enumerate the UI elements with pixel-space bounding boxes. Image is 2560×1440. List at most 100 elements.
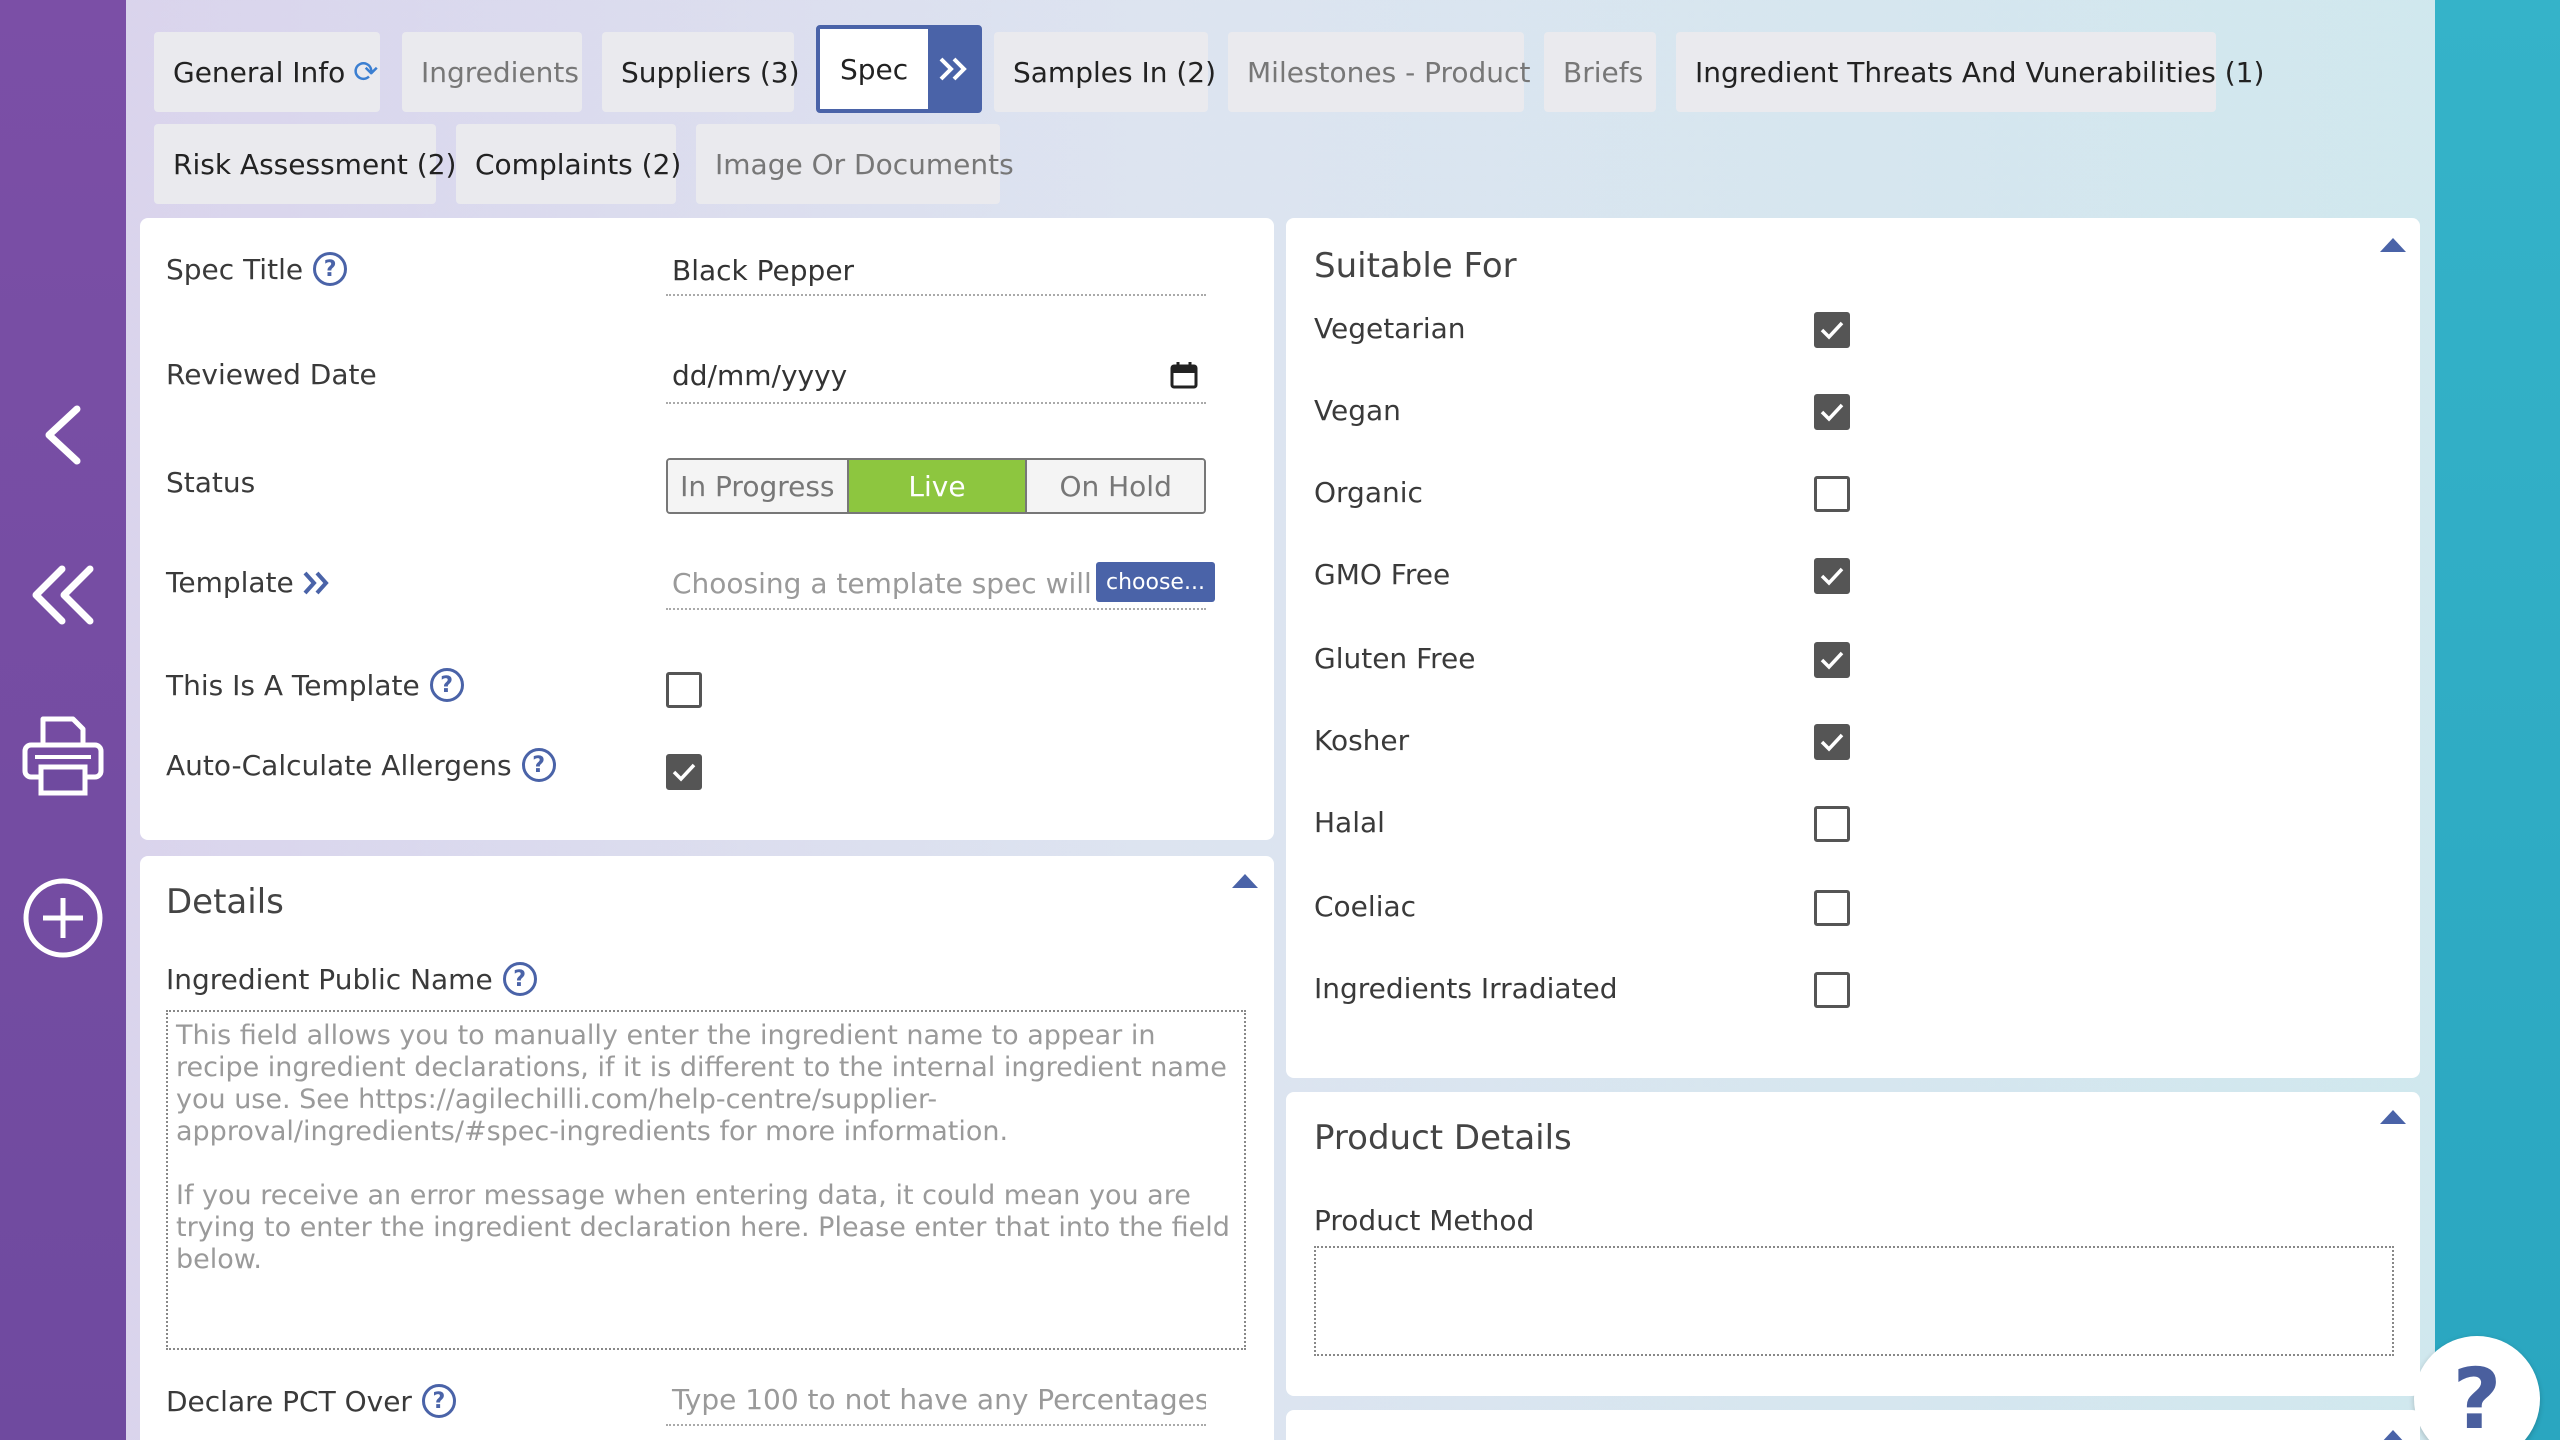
right-strip bbox=[2435, 0, 2560, 1440]
reviewed-date-input[interactable]: dd/mm/yyyy bbox=[666, 348, 1206, 404]
collapse-caret-icon[interactable] bbox=[2380, 1430, 2406, 1440]
tab-spec[interactable]: Spec bbox=[816, 25, 982, 113]
help-icon: ? bbox=[2452, 1350, 2502, 1440]
declare-pct-input[interactable]: Type 100 to not have any Percentages Dec… bbox=[666, 1374, 1206, 1426]
tab-label: Briefs bbox=[1563, 55, 1644, 89]
chevron-left-icon bbox=[45, 405, 81, 465]
calendar-icon[interactable] bbox=[1170, 361, 1198, 389]
reviewed-date-label: Reviewed Date bbox=[166, 358, 377, 391]
help-icon[interactable]: ? bbox=[313, 252, 348, 286]
auto-allergens-label: Auto-Calculate Allergens? bbox=[166, 748, 556, 782]
suitable-for-title: Suitable For bbox=[1314, 246, 1517, 286]
suitable-for-item-label: Gluten Free bbox=[1314, 642, 1476, 675]
suitable-for-item-label: Vegetarian bbox=[1314, 312, 1466, 345]
left-sidebar bbox=[0, 0, 126, 1440]
help-icon[interactable]: ? bbox=[421, 1384, 456, 1418]
tab-samples-in[interactable]: Samples In (2) bbox=[994, 32, 1216, 112]
status-in-progress[interactable]: In Progress bbox=[668, 460, 847, 512]
help-icon[interactable]: ? bbox=[429, 668, 464, 702]
tab-image-or-documents[interactable]: Image Or Documents bbox=[696, 124, 1014, 204]
tab-label: Samples In (2) bbox=[1013, 55, 1217, 89]
suitable-for-item-label: Ingredients Irradiated bbox=[1314, 972, 1618, 1005]
details-panel: Details Ingredient Public Name? This fie… bbox=[140, 856, 1274, 1440]
collapse-caret-icon[interactable] bbox=[1232, 874, 1258, 888]
refresh-icon: ⟳ bbox=[353, 54, 379, 90]
suitable-for-checkbox[interactable] bbox=[1814, 724, 1850, 760]
suitable-for-checkbox[interactable] bbox=[1814, 558, 1850, 594]
status-label: Status bbox=[166, 466, 256, 499]
collapse-caret-icon[interactable] bbox=[2380, 1110, 2406, 1124]
tab-ingredient-threats[interactable]: Ingredient Threats And Vunerabilities (1… bbox=[1676, 32, 2264, 112]
declare-pct-placeholder: Type 100 to not have any Percentages Dec… bbox=[672, 1382, 1206, 1416]
double-chevron-right-icon[interactable] bbox=[302, 570, 330, 596]
checkmark-icon bbox=[1820, 733, 1844, 752]
checkmark-icon bbox=[672, 763, 696, 782]
template-label: Template bbox=[166, 566, 330, 599]
suitable-for-item-label: Kosher bbox=[1314, 724, 1410, 757]
suitable-for-item-label: Organic bbox=[1314, 476, 1423, 509]
next-panel bbox=[1286, 1410, 2420, 1440]
add-button[interactable] bbox=[0, 875, 126, 961]
tab-label: Complaints (2) bbox=[475, 147, 682, 181]
auto-allergens-checkbox[interactable] bbox=[666, 754, 702, 790]
tab-suppliers[interactable]: Suppliers (3) bbox=[602, 32, 800, 112]
double-chevron-right-icon bbox=[939, 57, 967, 81]
tab-general-info[interactable]: General Info ⟳ bbox=[154, 32, 380, 112]
status-toggle: In Progress Live On Hold bbox=[666, 458, 1206, 514]
declare-pct-label: Declare PCT Over? bbox=[166, 1384, 456, 1418]
suitable-for-checkbox[interactable] bbox=[1814, 972, 1850, 1008]
suitable-for-item-label: GMO Free bbox=[1314, 558, 1451, 591]
suitable-for-panel: Suitable For Vegetarian Vegan Organic GMO F… bbox=[1286, 218, 2420, 1078]
spec-title-label: Spec Title? bbox=[166, 252, 348, 286]
tab-milestones-product[interactable]: Milestones - Product bbox=[1228, 32, 1530, 112]
product-details-title: Product Details bbox=[1314, 1118, 1572, 1158]
suitable-for-item-label: Coeliac bbox=[1314, 890, 1417, 923]
status-live[interactable]: Live bbox=[846, 460, 1026, 512]
tab-label: General Info bbox=[173, 55, 346, 89]
product-details-panel: Product Details Product Method bbox=[1286, 1092, 2420, 1396]
suitable-for-checkbox[interactable] bbox=[1814, 312, 1850, 348]
print-button[interactable] bbox=[0, 710, 126, 800]
tab-risk-assessment[interactable]: Risk Assessment (2) bbox=[154, 124, 456, 204]
tab-ingredients[interactable]: Ingredients bbox=[402, 32, 582, 112]
label-text: Spec Title bbox=[166, 252, 304, 286]
suitable-for-checkbox[interactable] bbox=[1814, 806, 1850, 842]
is-template-label: This Is A Template? bbox=[166, 668, 464, 702]
suitable-for-checkbox[interactable] bbox=[1814, 476, 1850, 512]
tab-briefs[interactable]: Briefs bbox=[1544, 32, 1656, 112]
label-text: Ingredient Public Name bbox=[166, 962, 493, 996]
collapse-button[interactable] bbox=[0, 560, 126, 630]
public-name-textarea[interactable]: This field allows you to manually enter … bbox=[166, 1010, 1246, 1350]
template-placeholder: Choosing a template spec will pre- bbox=[672, 566, 1157, 600]
checkmark-icon bbox=[1820, 651, 1844, 670]
double-chevron-left-icon bbox=[32, 565, 94, 625]
label-text: This Is A Template bbox=[166, 668, 420, 702]
tab-label: Risk Assessment (2) bbox=[173, 147, 457, 181]
help-icon[interactable]: ? bbox=[502, 962, 537, 996]
tab-label: Image Or Documents bbox=[715, 147, 1014, 181]
checkmark-icon bbox=[1820, 567, 1844, 586]
collapse-caret-icon[interactable] bbox=[2380, 238, 2406, 252]
checkmark-icon bbox=[1820, 403, 1844, 422]
spec-panel: Spec Title? Black Pepper Reviewed Date d… bbox=[140, 218, 1274, 840]
back-button[interactable] bbox=[0, 400, 126, 470]
help-icon[interactable]: ? bbox=[521, 748, 556, 782]
is-template-checkbox[interactable] bbox=[666, 672, 702, 708]
checkmark-icon bbox=[1820, 321, 1844, 340]
tab-complaints[interactable]: Complaints (2) bbox=[456, 124, 681, 204]
product-method-label: Product Method bbox=[1314, 1204, 1535, 1237]
spec-title-input[interactable]: Black Pepper bbox=[666, 246, 1206, 296]
suitable-for-checkbox[interactable] bbox=[1814, 394, 1850, 430]
tab-label: Suppliers (3) bbox=[621, 55, 800, 89]
spec-expand-button[interactable] bbox=[928, 29, 978, 109]
suitable-for-item-label: Halal bbox=[1314, 806, 1385, 839]
status-on-hold[interactable]: On Hold bbox=[1025, 460, 1204, 512]
suitable-for-checkbox[interactable] bbox=[1814, 642, 1850, 678]
suitable-for-checkbox[interactable] bbox=[1814, 890, 1850, 926]
label-text: Template bbox=[166, 566, 294, 599]
date-placeholder: dd/mm/yyyy bbox=[672, 358, 848, 392]
product-method-textarea[interactable] bbox=[1314, 1246, 2394, 1356]
public-name-label: Ingredient Public Name? bbox=[166, 962, 537, 996]
choose-template-button[interactable]: choose... bbox=[1096, 562, 1215, 602]
printer-icon bbox=[22, 716, 104, 796]
